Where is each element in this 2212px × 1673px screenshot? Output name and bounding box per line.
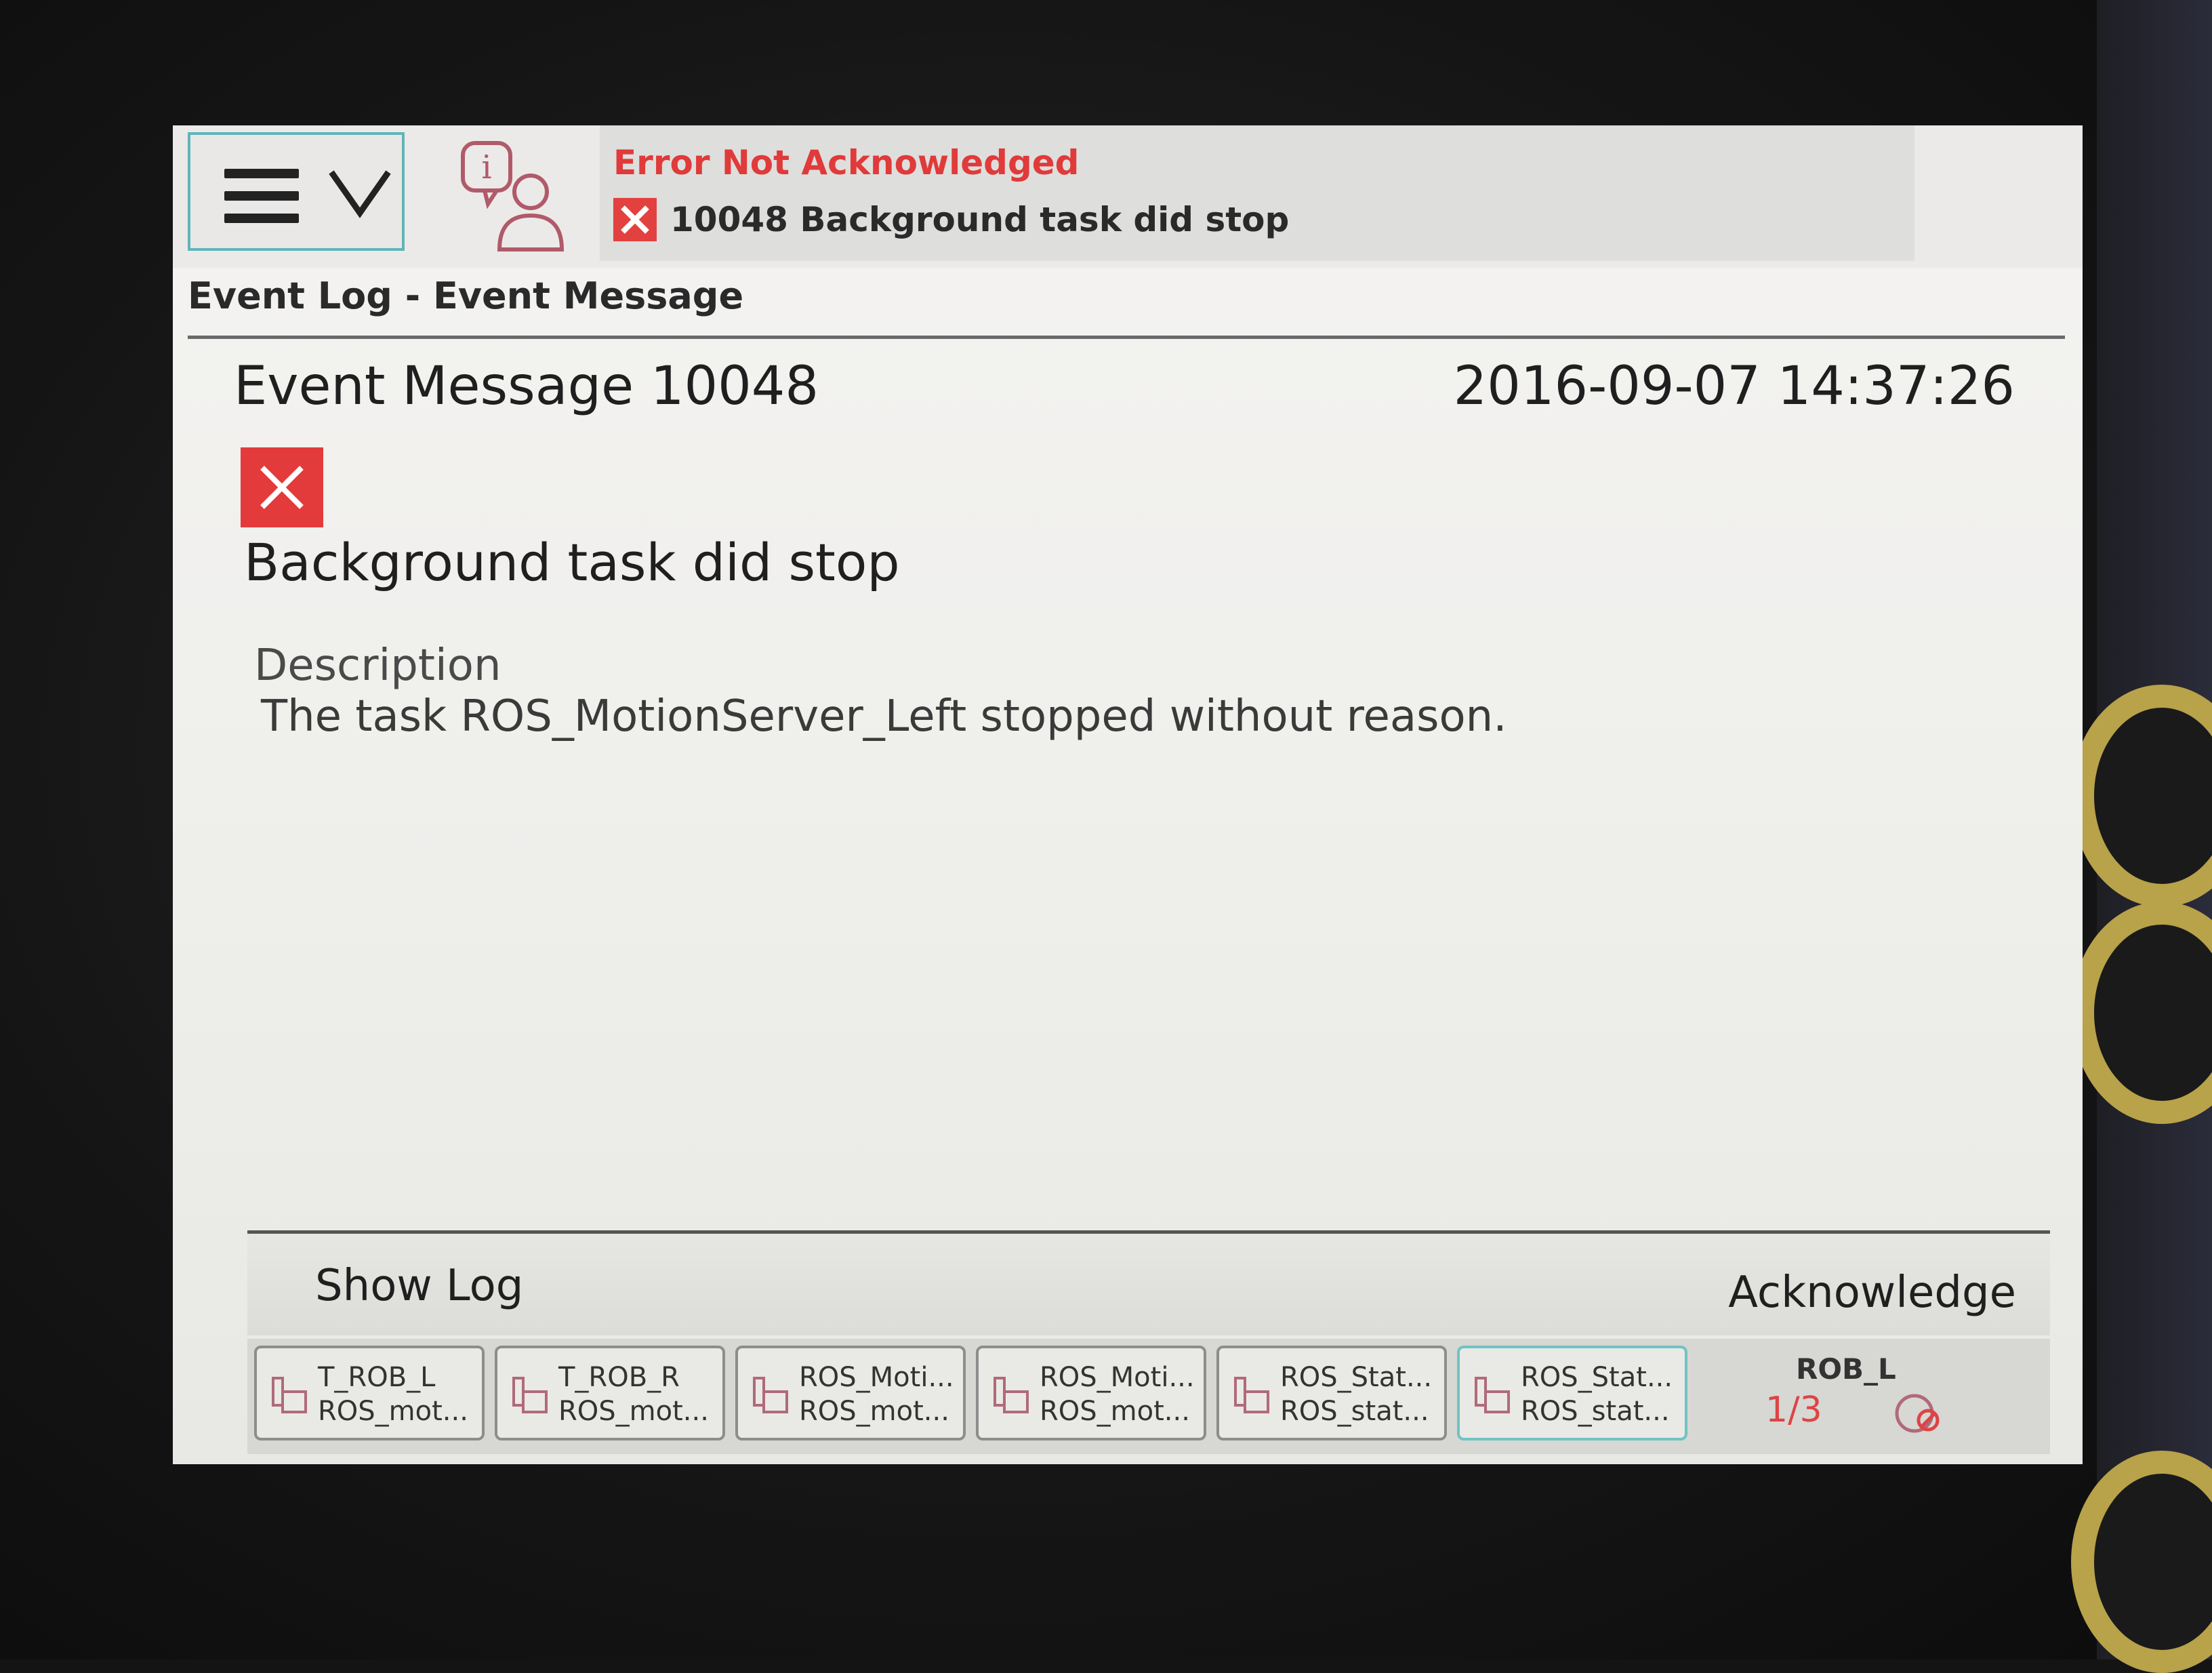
top-bar: i Error Not Acknowledged 10048 Backgroun… xyxy=(173,125,2083,268)
main-menu-button[interactable] xyxy=(188,132,405,251)
action-bar: Show Log Acknowledge xyxy=(247,1234,2050,1335)
error-x-icon xyxy=(613,198,657,241)
window-icon xyxy=(1234,1377,1269,1413)
error-x-icon xyxy=(241,447,323,527)
hamburger-menu-icon xyxy=(224,169,299,223)
window-icon xyxy=(994,1377,1029,1413)
task-module: ROS_stat... xyxy=(1280,1396,1429,1427)
message-title: Event Message 10048 xyxy=(234,356,819,417)
acknowledge-button[interactable]: Acknowledge xyxy=(1728,1268,2016,1318)
task-name: ROS_Moti... xyxy=(799,1362,954,1393)
description-label: Description xyxy=(254,641,501,691)
alert-message: 10048 Background task did stop xyxy=(670,200,1290,239)
task-button[interactable]: T_ROB_R ROS_mot... xyxy=(495,1346,725,1440)
window-icon xyxy=(512,1377,548,1413)
task-module: ROS_mot... xyxy=(799,1396,949,1427)
task-module: ROS_mot... xyxy=(318,1396,468,1427)
touch-screen: i Error Not Acknowledged 10048 Backgroun… xyxy=(173,125,2083,1464)
task-button[interactable]: T_ROB_L ROS_mot... xyxy=(254,1346,485,1440)
robot-status-icon xyxy=(1895,1394,1940,1433)
message-timestamp: 2016-09-07 14:37:26 xyxy=(1453,356,2015,417)
task-module: ROS_stat... xyxy=(1521,1396,1670,1427)
task-name: T_ROB_L xyxy=(318,1362,436,1393)
task-button[interactable]: ROS_Moti... ROS_mot... xyxy=(735,1346,966,1440)
task-module: ROS_mot... xyxy=(558,1396,709,1427)
description-text: The task ROS_MotionServer_Left stopped w… xyxy=(261,691,1507,742)
task-name: ROS_Stat... xyxy=(1521,1362,1673,1393)
divider xyxy=(188,336,2065,339)
breadcrumb: Event Log - Event Message xyxy=(188,275,744,317)
device-side-panel xyxy=(2071,0,2212,1673)
show-log-button[interactable]: Show Log xyxy=(315,1261,523,1311)
window-icon xyxy=(1475,1377,1510,1413)
message-headline: Background task did stop xyxy=(244,532,900,592)
robot-status-button[interactable]: ROB_L 1/3 xyxy=(1725,1346,2023,1440)
alert-status-area[interactable]: Error Not Acknowledged 10048 Background … xyxy=(600,125,1914,261)
task-button[interactable]: ROS_Stat... ROS_stat... xyxy=(1216,1346,1447,1440)
window-icon xyxy=(753,1377,788,1413)
taskbar: T_ROB_L ROS_mot... T_ROB_R ROS_mot... RO… xyxy=(247,1339,2050,1454)
task-name: T_ROB_R xyxy=(558,1362,680,1393)
info-user-icon[interactable]: i xyxy=(457,138,576,256)
alert-title: Error Not Acknowledged xyxy=(613,143,1080,182)
speed-fraction: 1/3 xyxy=(1765,1390,1822,1430)
task-button-active[interactable]: ROS_Stat... ROS_stat... xyxy=(1457,1346,1687,1440)
robot-label: ROB_L xyxy=(1796,1352,1896,1386)
task-name: ROS_Stat... xyxy=(1280,1362,1433,1393)
task-button[interactable]: ROS_Moti... ROS_mot... xyxy=(976,1346,1206,1440)
svg-text:i: i xyxy=(481,148,491,186)
task-module: ROS_mot... xyxy=(1040,1396,1190,1427)
chevron-down-icon xyxy=(329,170,391,218)
task-name: ROS_Moti... xyxy=(1040,1362,1195,1393)
alert-message-row: 10048 Background task did stop xyxy=(613,196,1289,243)
window-icon xyxy=(272,1377,307,1413)
